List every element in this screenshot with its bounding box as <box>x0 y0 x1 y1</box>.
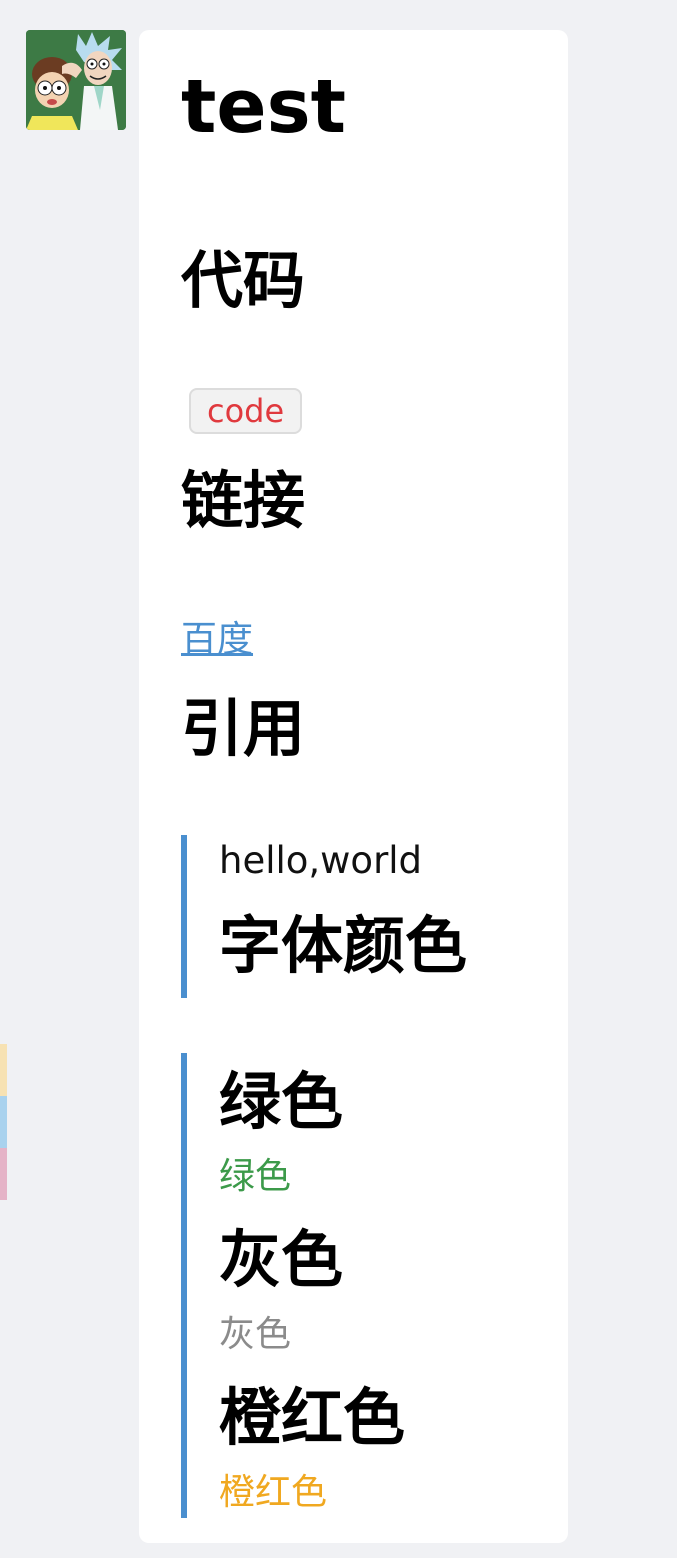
message-bubble: test 代码 code 链接 百度 引用 hello,world 字体颜色 绿… <box>139 30 568 1543</box>
quote-heading: 引用 <box>181 692 306 765</box>
gray-text: 灰色 <box>219 1314 292 1355</box>
message-title: test <box>181 64 346 150</box>
gray-heading: 灰色 <box>219 1223 344 1296</box>
green-text: 绿色 <box>219 1156 292 1197</box>
side-tab-blue[interactable] <box>0 1096 7 1148</box>
side-tabs <box>0 1044 7 1200</box>
link-heading: 链接 <box>181 464 306 537</box>
orange-red-text: 橙红色 <box>219 1472 328 1513</box>
inline-code: code <box>189 388 303 434</box>
font-color-heading: 字体颜色 <box>219 909 468 982</box>
green-heading: 绿色 <box>219 1065 344 1138</box>
baidu-link[interactable]: 百度 <box>181 620 253 660</box>
code-heading: 代码 <box>181 244 306 317</box>
avatar[interactable] <box>26 30 126 130</box>
orange-red-heading: 橙红色 <box>219 1381 406 1454</box>
blockquote-colors: 绿色 绿色 灰色 灰色 橙红色 橙红色 <box>181 1053 541 1518</box>
rick-and-morty-avatar-icon <box>26 30 126 130</box>
quote-text: hello,world <box>219 839 423 882</box>
blockquote-hello: hello,world 字体颜色 <box>181 835 541 998</box>
side-tab-pink[interactable] <box>0 1148 7 1200</box>
side-tab-yellow[interactable] <box>0 1044 7 1096</box>
